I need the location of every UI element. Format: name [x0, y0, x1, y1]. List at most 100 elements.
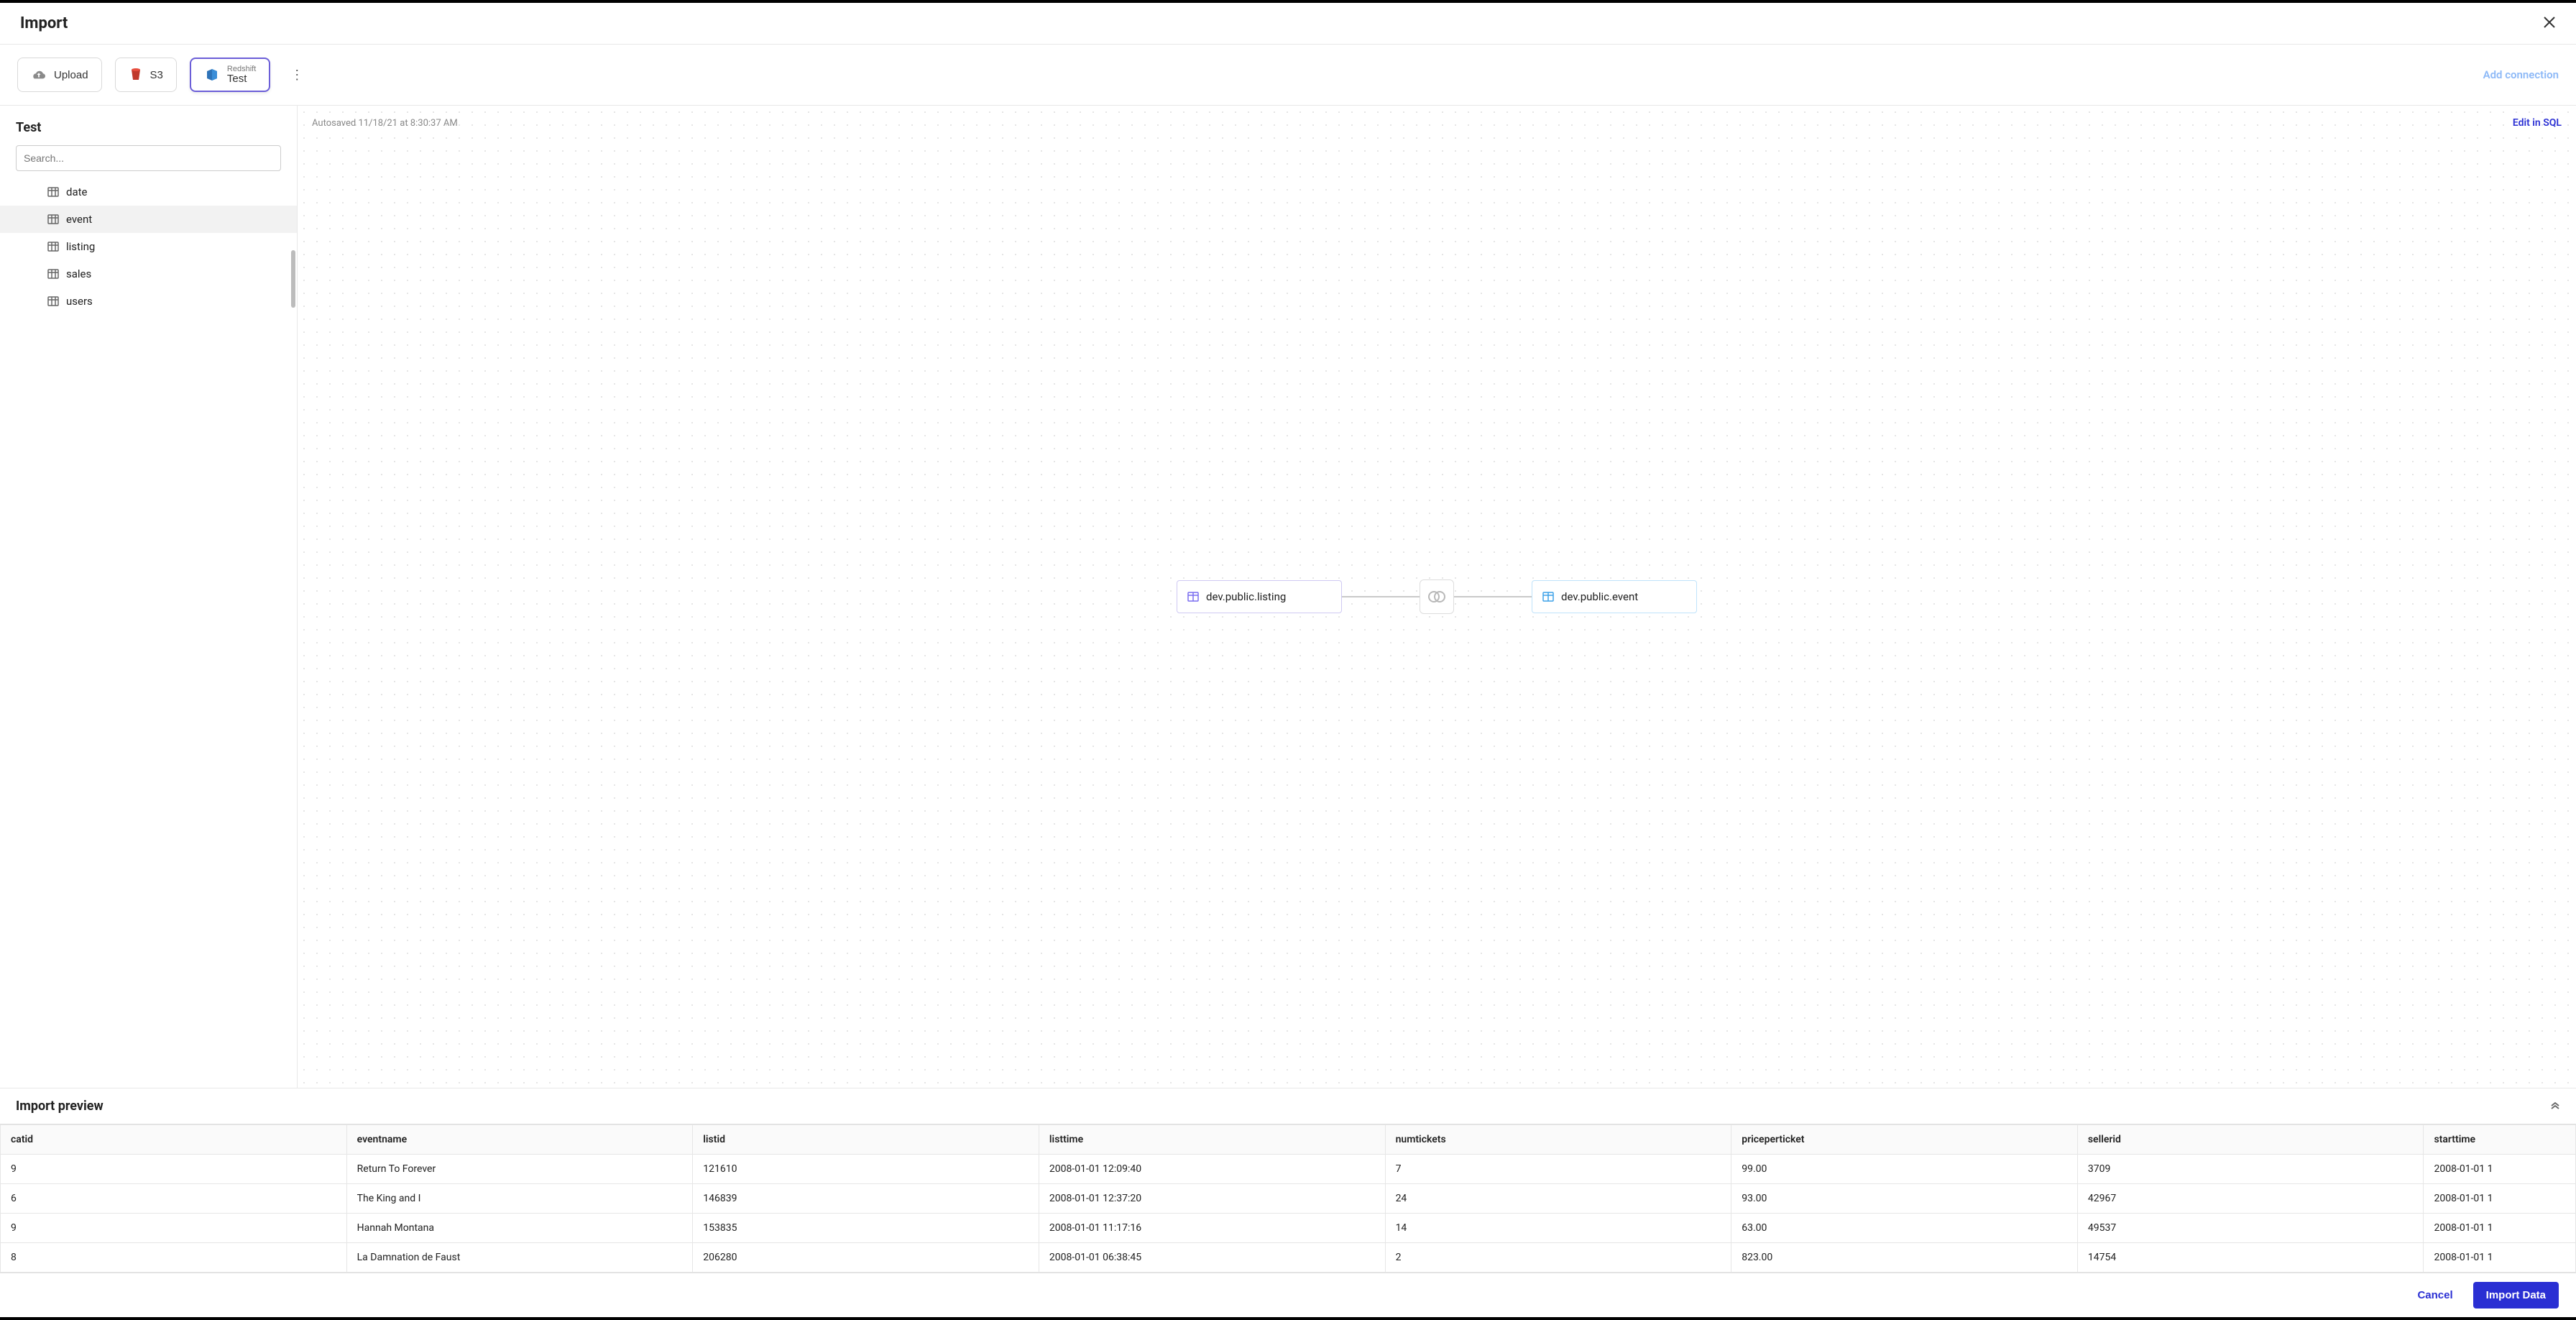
- left-table-node[interactable]: dev.public.listing: [1177, 580, 1342, 613]
- dialog-footer: Cancel Import Data: [0, 1273, 2576, 1317]
- join-operator[interactable]: [1420, 579, 1454, 614]
- table-item-label: sales: [66, 267, 91, 280]
- cancel-button[interactable]: Cancel: [2407, 1282, 2462, 1308]
- redshift-name: Test: [227, 73, 256, 86]
- table-item-date[interactable]: date: [0, 178, 297, 206]
- table-icon: [47, 295, 59, 307]
- table-list[interactable]: date event listing sales users: [0, 178, 297, 1088]
- table-item-label: users: [66, 295, 93, 308]
- cloud-upload-icon: [31, 69, 47, 81]
- left-table-label: dev.public.listing: [1206, 590, 1286, 603]
- table-cell: La Damnation de Faust: [346, 1243, 693, 1273]
- table-cell: 49537: [2077, 1214, 2424, 1243]
- column-header[interactable]: listtime: [1039, 1125, 1385, 1155]
- edit-sql-link[interactable]: Edit in SQL: [2513, 117, 2562, 129]
- table-cell: 7: [1385, 1155, 1731, 1184]
- s3-connection-button[interactable]: S3: [115, 58, 177, 92]
- table-cell: The King and I: [346, 1184, 693, 1214]
- preview-table-wrap[interactable]: catideventnamelistidlisttimenumticketspr…: [0, 1124, 2576, 1273]
- table-cell: 6: [1, 1184, 347, 1214]
- right-table-node[interactable]: dev.public.event: [1532, 580, 1697, 613]
- join-diagram: dev.public.listing: [1177, 579, 1697, 614]
- column-header[interactable]: eventname: [346, 1125, 693, 1155]
- table-cell: 3709: [2077, 1155, 2424, 1184]
- column-header[interactable]: catid: [1, 1125, 347, 1155]
- sidebar: Test date event listing sales users: [0, 106, 298, 1088]
- table-cell: 8: [1, 1243, 347, 1273]
- table-cell: 42967: [2077, 1184, 2424, 1214]
- table-cell: 823.00: [1731, 1243, 2078, 1273]
- table-icon: [47, 241, 59, 252]
- connection-menu-button[interactable]: ⋮: [288, 65, 306, 84]
- table-cell: 146839: [693, 1184, 1039, 1214]
- table-cell: Return To Forever: [346, 1155, 693, 1184]
- table-cell: 63.00: [1731, 1214, 2078, 1243]
- page-title: Import: [20, 14, 68, 32]
- table-cell: 14754: [2077, 1243, 2424, 1273]
- import-data-button[interactable]: Import Data: [2473, 1282, 2559, 1308]
- table-cell: 153835: [693, 1214, 1039, 1243]
- table-cell: 2: [1385, 1243, 1731, 1273]
- connection-bar: Upload S3 Redshift Test ⋮ Add connection: [0, 45, 2576, 106]
- table-item-sales[interactable]: sales: [0, 260, 297, 288]
- right-table-label: dev.public.event: [1561, 590, 1638, 603]
- preview-header: Import preview: [0, 1088, 2576, 1124]
- table-item-label: event: [66, 213, 92, 226]
- table-cell: Hannah Montana: [346, 1214, 693, 1243]
- join-connector-line: [1454, 596, 1532, 597]
- column-header[interactable]: sellerid: [2077, 1125, 2424, 1155]
- table-item-label: date: [66, 185, 87, 198]
- table-icon: [1542, 591, 1554, 602]
- table-row: 6The King and I1468392008-01-01 12:37:20…: [1, 1184, 2576, 1214]
- join-connector-line: [1342, 596, 1420, 597]
- table-cell: 121610: [693, 1155, 1039, 1184]
- table-item-users[interactable]: users: [0, 288, 297, 315]
- s3-icon: [129, 68, 143, 82]
- upload-label: Upload: [54, 69, 88, 81]
- column-header[interactable]: starttime: [2424, 1125, 2576, 1155]
- preview-table: catideventnamelistidlisttimenumticketspr…: [0, 1124, 2576, 1273]
- sidebar-title: Test: [0, 120, 297, 145]
- search-input[interactable]: [16, 145, 281, 171]
- table-cell: 24: [1385, 1184, 1731, 1214]
- table-cell: 2008-01-01 12:37:20: [1039, 1184, 1385, 1214]
- join-canvas[interactable]: Autosaved 11/18/21 at 8:30:37 AM Edit in…: [298, 106, 2576, 1088]
- column-header[interactable]: numtickets: [1385, 1125, 1731, 1155]
- table-row: 9Return To Forever1216102008-01-01 12:09…: [1, 1155, 2576, 1184]
- table-icon: [47, 186, 59, 198]
- table-item-listing[interactable]: listing: [0, 233, 297, 260]
- table-icon: [47, 214, 59, 225]
- table-item-label: listing: [66, 240, 95, 253]
- table-cell: 93.00: [1731, 1184, 2078, 1214]
- table-cell: 9: [1, 1155, 347, 1184]
- scrollbar-thumb[interactable]: [291, 250, 295, 308]
- table-cell: 2008-01-01 1: [2424, 1243, 2576, 1273]
- table-cell: 2008-01-01 1: [2424, 1155, 2576, 1184]
- collapse-preview-button[interactable]: [2550, 1100, 2560, 1112]
- table-cell: 2008-01-01 06:38:45: [1039, 1243, 1385, 1273]
- chevron-double-up-icon: [2550, 1100, 2560, 1110]
- table-icon: [1187, 591, 1199, 602]
- column-header[interactable]: priceperticket: [1731, 1125, 2078, 1155]
- table-row: 8La Damnation de Faust2062802008-01-01 0…: [1, 1243, 2576, 1273]
- table-cell: 2008-01-01 1: [2424, 1184, 2576, 1214]
- table-cell: 2008-01-01 1: [2424, 1214, 2576, 1243]
- table-icon: [47, 268, 59, 280]
- redshift-icon: [204, 67, 220, 83]
- s3-label: S3: [150, 69, 163, 81]
- table-row: 9Hannah Montana1538352008-01-01 11:17:16…: [1, 1214, 2576, 1243]
- close-icon: [2543, 16, 2556, 29]
- close-button[interactable]: [2543, 16, 2556, 32]
- redshift-connection-button[interactable]: Redshift Test: [190, 58, 270, 92]
- table-item-event[interactable]: event: [0, 206, 297, 233]
- dialog-header: Import: [0, 3, 2576, 45]
- upload-connection-button[interactable]: Upload: [17, 58, 102, 92]
- table-cell: 14: [1385, 1214, 1731, 1243]
- add-connection-link[interactable]: Add connection: [2483, 68, 2559, 81]
- preview-title: Import preview: [16, 1099, 104, 1114]
- table-cell: 2008-01-01 12:09:40: [1039, 1155, 1385, 1184]
- column-header[interactable]: listid: [693, 1125, 1039, 1155]
- join-icon: [1427, 590, 1447, 604]
- table-cell: 206280: [693, 1243, 1039, 1273]
- workspace: Test date event listing sales users Autosave…: [0, 106, 2576, 1088]
